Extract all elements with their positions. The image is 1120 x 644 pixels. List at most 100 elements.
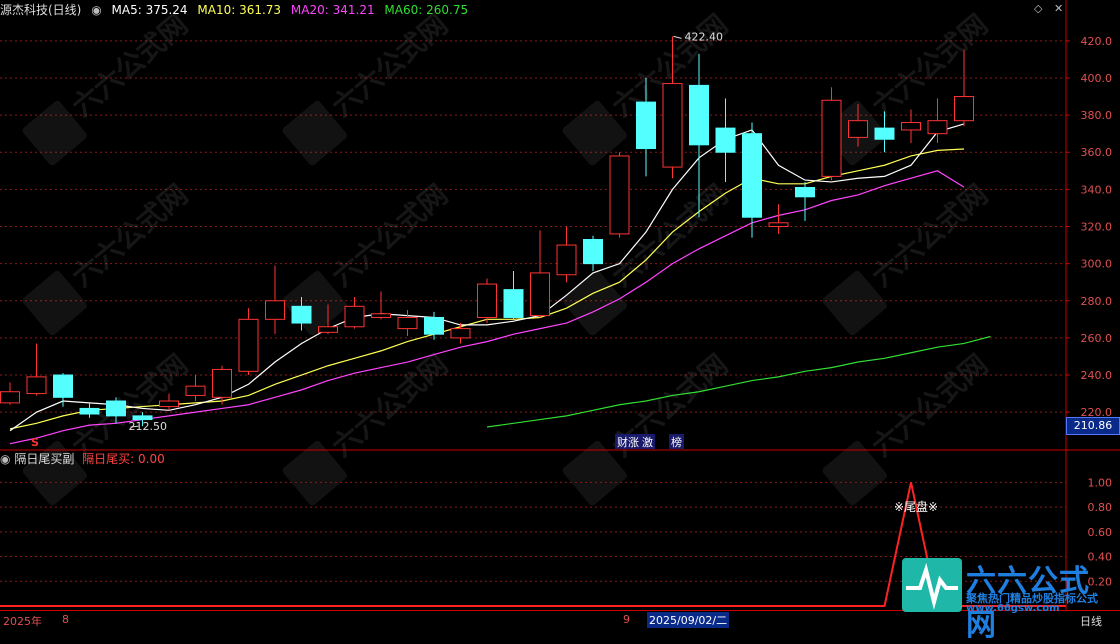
watermark-text: 六六公式网: [326, 8, 454, 123]
brand-url: www.66gsw.com: [966, 603, 1060, 614]
candle-body: [291, 305, 312, 324]
price-tick-label: 260.0: [1081, 332, 1113, 345]
marker-ji: 激: [642, 435, 653, 449]
candle-body: [821, 99, 842, 177]
high-price-label: 422.40: [685, 30, 724, 43]
indicator-value: 隔日尾买: 0.00: [82, 452, 165, 466]
candle-body: [344, 305, 365, 328]
candle-body: [106, 400, 126, 417]
candle: [0, 382, 20, 405]
price-tick-label: 400.0: [1081, 72, 1113, 85]
candle-body: [53, 374, 73, 398]
candle-body: [901, 122, 921, 131]
price-tick-label: 240.0: [1081, 369, 1113, 382]
candle: [371, 291, 391, 320]
watermark: 六六公式网: [22, 8, 194, 166]
brand-logo: 六六公式网 聚焦热门精品炒股指标公式 www.66gsw.com: [900, 556, 1115, 643]
marker-bang: 榜: [671, 435, 682, 449]
candle: [265, 265, 285, 335]
price-tick-label: 300.0: [1081, 258, 1113, 271]
watermark-text: 六六公式网: [866, 178, 994, 293]
candle: [609, 152, 630, 238]
candle-body: [954, 96, 974, 122]
window-controls: ◇ ✕: [1034, 2, 1063, 15]
ma20-label: MA20: 341.21: [290, 3, 375, 17]
candle: [344, 297, 365, 329]
candle: [556, 226, 577, 283]
candle-body: [265, 300, 285, 320]
chart-header: 源杰科技(日线) ◉ MA5: 375.24 MA10: 361.73 MA20…: [0, 0, 1066, 20]
candle-body: [132, 415, 153, 421]
price-tick-label: 420.0: [1081, 35, 1113, 48]
indicator-tick-label: 1.00: [1088, 476, 1113, 489]
candle-body: [530, 272, 550, 317]
candle-body: [424, 316, 444, 335]
candle: [927, 98, 948, 143]
watermark-text: 六六公式网: [326, 178, 454, 293]
signal-marker-s: S: [31, 436, 39, 449]
candle: [795, 181, 815, 221]
candle-body: [371, 313, 391, 318]
brand-logo-icon: [902, 558, 962, 612]
candle: [583, 235, 603, 272]
candle-body: [26, 376, 47, 395]
month-9-label: 9: [623, 613, 630, 626]
candle-body: [689, 84, 709, 146]
candle: [26, 343, 47, 396]
watermark-text: 六六公式网: [866, 8, 994, 123]
price-tick-label: 360.0: [1081, 146, 1113, 159]
candle-body: [927, 120, 948, 135]
indicator-settings-icon[interactable]: ◉: [0, 452, 10, 466]
candle-body: [477, 283, 497, 318]
candle: [450, 323, 471, 344]
year-label: 2025年: [3, 615, 42, 628]
ma60-label: MA60: 260.75: [384, 3, 469, 17]
candle-body: [636, 101, 656, 150]
price-tick-label: 380.0: [1081, 109, 1113, 122]
candle-body: [609, 155, 630, 235]
candle: [768, 204, 789, 234]
cursor-date-label: 2025/09/02/二: [647, 612, 730, 628]
candle-body: [848, 120, 868, 138]
candle-body: [159, 400, 179, 408]
candle: [715, 98, 736, 182]
candle-body: [79, 407, 100, 415]
candle-body: [556, 244, 577, 276]
marker-cai: 财涨: [617, 435, 639, 449]
settings-circle-icon[interactable]: ◉: [91, 3, 101, 17]
main-chart[interactable]: 六六公式网 六六公式网 六六公式网 六六公式网六六公式网 六六公式网 六六公式网 六六公式网…: [0, 0, 1120, 628]
candle-body: [662, 83, 683, 168]
candle-body: [318, 326, 338, 333]
stock-name[interactable]: 源杰科技(日线): [0, 3, 81, 17]
candle: [477, 278, 497, 324]
close-icon[interactable]: ✕: [1054, 2, 1063, 15]
candle: [397, 310, 418, 337]
watermark-text: 六六公式网: [66, 178, 194, 293]
ma5-label: MA5: 375.24: [111, 3, 188, 17]
watermark: 六六公式网: [822, 178, 994, 336]
indicator-tick-label: 0.60: [1088, 526, 1113, 539]
candle-body: [715, 127, 736, 153]
price-tick-label: 320.0: [1081, 221, 1113, 234]
candle: [530, 230, 550, 318]
candle: [185, 375, 206, 402]
tail-label: ※尾盘※: [894, 499, 938, 514]
watermark-text: 六六公式网: [66, 8, 194, 123]
price-tick-label: 340.0: [1081, 183, 1113, 196]
candle: [821, 87, 842, 181]
candle-body: [874, 127, 895, 140]
candle-body: [503, 289, 524, 318]
candle-body: [185, 385, 206, 396]
indicator-tick-label: 0.80: [1088, 501, 1113, 514]
candle: [238, 308, 259, 376]
watermark: 六六公式网: [282, 8, 454, 166]
candle: [901, 109, 921, 143]
candle-body: [450, 328, 471, 339]
candle-body: [238, 318, 259, 372]
price-tick-label: 280.0: [1081, 295, 1113, 308]
ma10-label: MA10: 361.73: [197, 3, 282, 17]
candle-body: [212, 368, 232, 398]
indicator-name[interactable]: 隔日尾买副: [14, 452, 74, 466]
watermark: 六六公式网: [22, 178, 194, 336]
diamond-icon[interactable]: ◇: [1034, 2, 1042, 15]
